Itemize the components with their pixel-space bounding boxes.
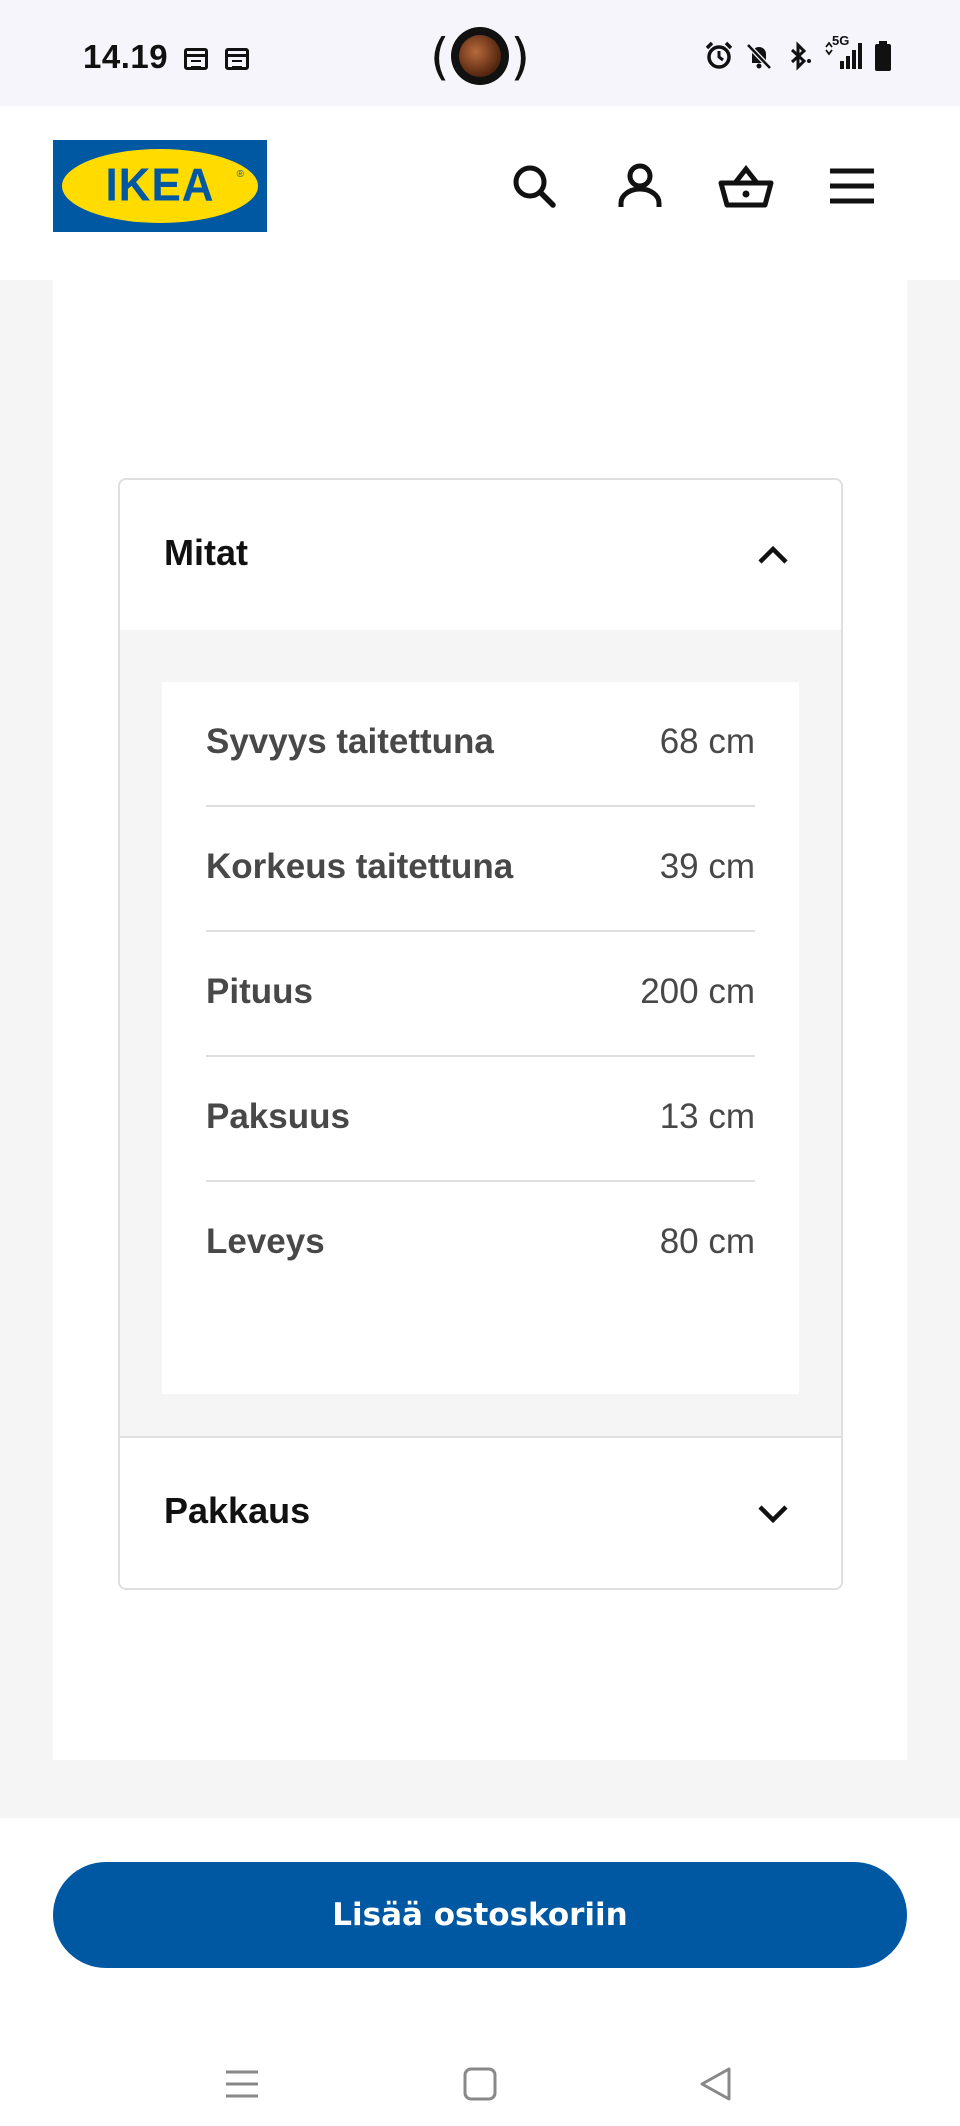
dimension-row: Paksuus 13 cm xyxy=(206,1057,755,1182)
status-time: 14.19 xyxy=(83,38,169,75)
bottom-action-bar: Lisää ostoskoriin xyxy=(0,1818,960,2126)
recent-apps-icon xyxy=(226,2070,258,2098)
recent-apps-button[interactable] xyxy=(212,2054,272,2114)
account-icon xyxy=(618,163,662,207)
chevron-down-icon xyxy=(758,1505,788,1524)
site-header: IKEA ® xyxy=(0,106,960,280)
dimension-value: 68 cm xyxy=(659,722,755,761)
dimensions-title: Mitat xyxy=(164,532,248,573)
battery-icon xyxy=(874,40,892,76)
dimension-label: Leveys xyxy=(206,1222,325,1261)
dimension-label: Korkeus taitettuna xyxy=(206,847,514,886)
packaging-title: Pakkaus xyxy=(164,1490,311,1531)
calendar-icon xyxy=(184,48,208,70)
logo-oval: IKEA ® xyxy=(62,149,258,223)
add-to-cart-button[interactable]: Lisää ostoskoriin xyxy=(53,1862,907,1968)
status-icons: 5G xyxy=(704,33,892,76)
logo-text: IKEA xyxy=(105,159,215,212)
home-button[interactable] xyxy=(450,2054,510,2114)
avatar xyxy=(451,27,509,85)
dimension-row: Syvyys taitettuna 68 cm xyxy=(206,682,755,807)
chevron-up-icon xyxy=(758,545,788,564)
signal-icon: 5G xyxy=(824,33,864,76)
dimensions-panel: Syvyys taitettuna 68 cm Korkeus taitettu… xyxy=(120,630,841,1436)
network-type-label: 5G xyxy=(832,32,850,48)
dimensions-table: Syvyys taitettuna 68 cm Korkeus taitettu… xyxy=(162,682,799,1394)
dimension-row: Korkeus taitettuna 39 cm xyxy=(206,807,755,932)
basket-button[interactable] xyxy=(716,156,776,216)
dimension-value: 39 cm xyxy=(659,847,755,886)
search-icon xyxy=(513,165,556,208)
status-bar: 14.19 ( ) 5G xyxy=(0,0,960,106)
search-button[interactable] xyxy=(504,156,564,216)
dimension-value: 80 cm xyxy=(659,1222,755,1261)
screen-record-indicator: ( ) xyxy=(430,27,530,86)
accordion-header-packaging[interactable]: Pakkaus xyxy=(120,1436,841,1586)
dimension-row: Leveys 80 cm xyxy=(206,1182,755,1307)
product-info-accordion: Mitat Syvyys taitettuna 68 cm Korkeus ta… xyxy=(118,478,843,1590)
menu-button[interactable] xyxy=(822,156,882,216)
back-button[interactable] xyxy=(686,2054,746,2114)
accordion-header-dimensions[interactable]: Mitat xyxy=(120,480,841,630)
dimension-label: Pituus xyxy=(206,972,313,1011)
dimension-value: 200 cm xyxy=(640,972,755,1011)
account-button[interactable] xyxy=(610,156,670,216)
dimension-row: Pituus 200 cm xyxy=(206,932,755,1057)
mute-icon xyxy=(744,41,774,76)
home-icon xyxy=(463,2067,497,2101)
menu-icon xyxy=(830,168,874,204)
dimension-value: 13 cm xyxy=(659,1097,755,1136)
calendar-icon xyxy=(225,48,249,70)
ikea-logo[interactable]: IKEA ® xyxy=(53,140,267,232)
dimension-label: Paksuus xyxy=(206,1097,350,1136)
back-icon xyxy=(700,2067,731,2101)
dimension-label: Syvyys taitettuna xyxy=(206,722,494,761)
registered-mark: ® xyxy=(236,169,244,180)
basket-icon xyxy=(718,164,774,208)
bluetooth-icon xyxy=(784,40,814,76)
alarm-icon xyxy=(704,41,734,76)
